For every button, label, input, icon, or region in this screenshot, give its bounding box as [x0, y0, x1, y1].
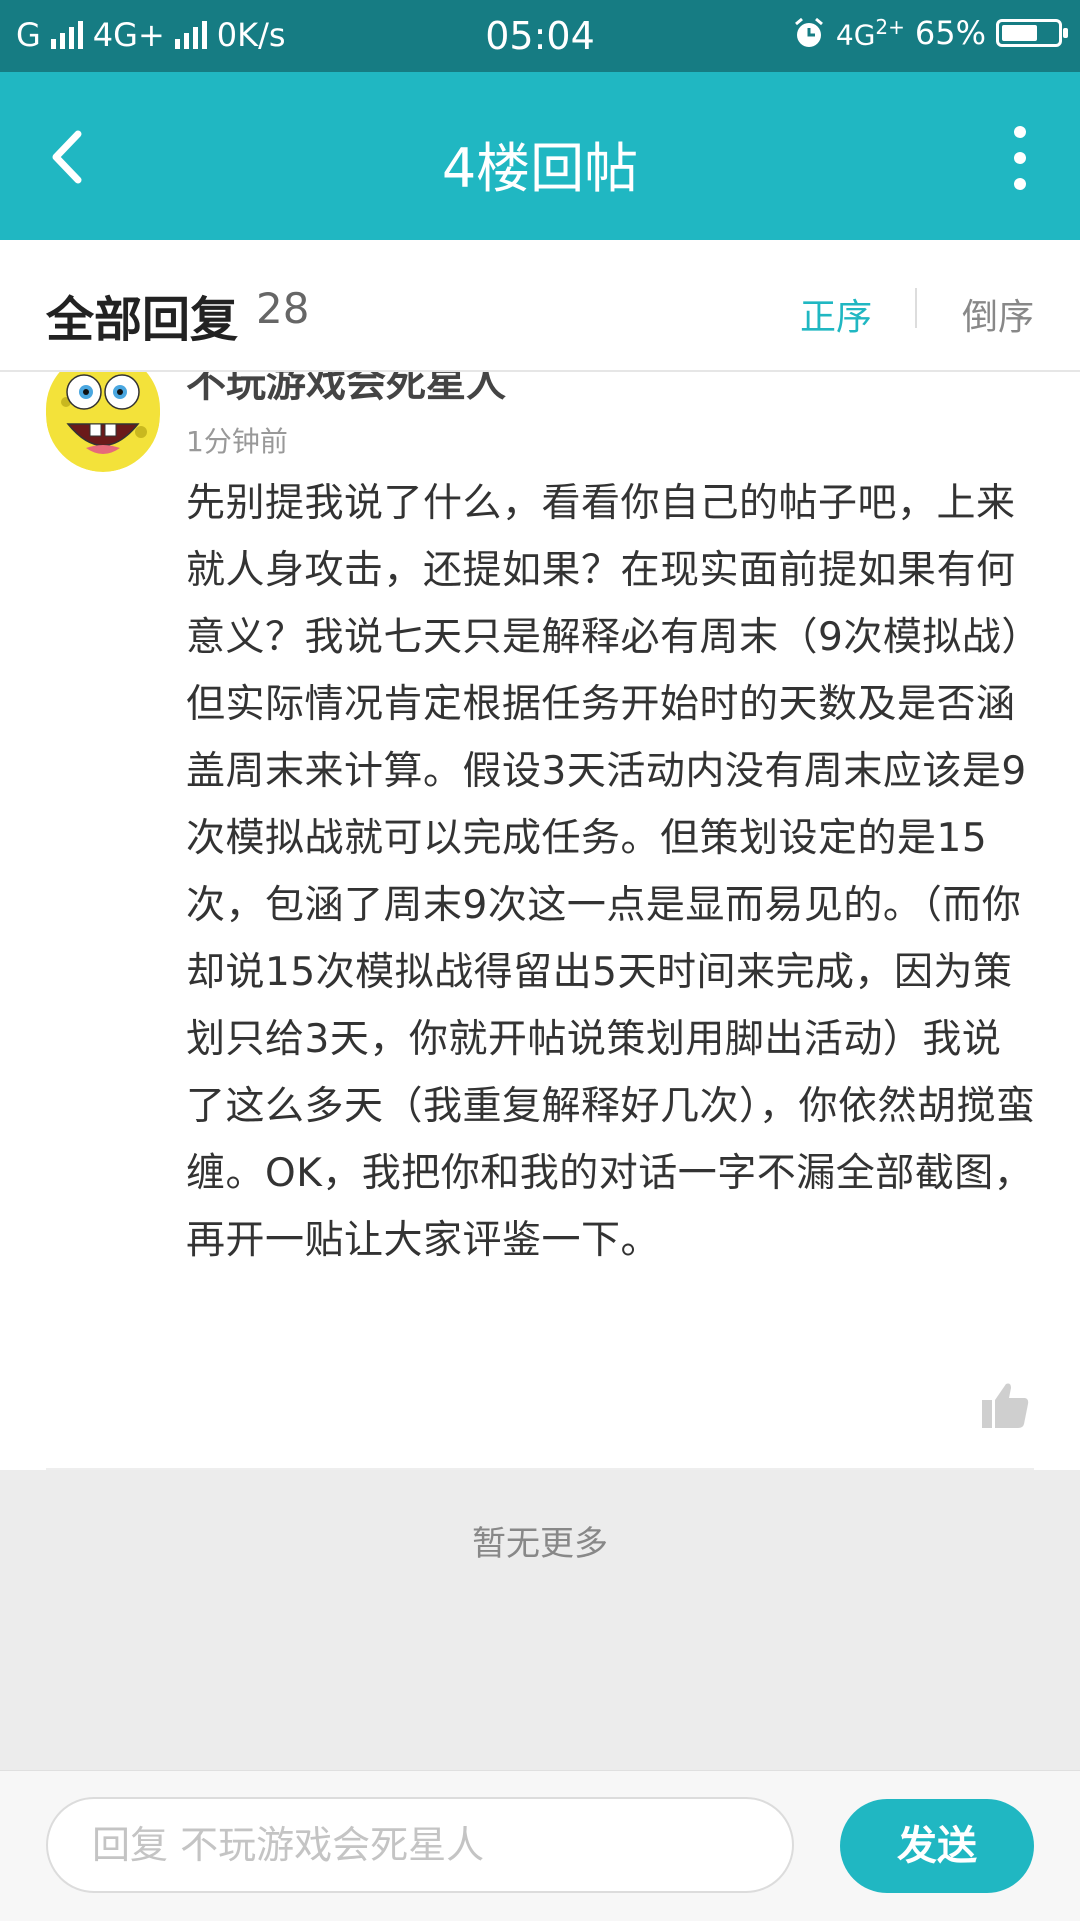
- post-content: 先别提我说了什么，看看你自己的帖子吧，上来就人身攻击，还提如果？在现实面前提如果…: [186, 481, 1036, 1263]
- alarm-icon: [794, 17, 823, 47]
- network-type-right: 4G2+: [835, 14, 905, 52]
- all-replies-label: 全部回复: [46, 292, 239, 348]
- reply-input-bar: 回复 不玩游戏会死星人 发送: [0, 1770, 1080, 1921]
- thumbs-up-icon[interactable]: [980, 1380, 1030, 1430]
- battery-percent: 65%: [914, 14, 986, 52]
- sort-ascending-button[interactable]: 正序: [800, 288, 872, 340]
- status-right: 4G2+ 65%: [792, 14, 1068, 52]
- post-username[interactable]: 不玩游戏会死星人: [186, 372, 506, 408]
- status-bar: G 4G+ 0K/s 05:04 4G2+ 65%: [0, 0, 1080, 72]
- reply-count: 28: [256, 284, 310, 333]
- app-header: 4楼回帖: [0, 72, 1080, 240]
- sort-divider: [915, 288, 917, 328]
- page-title: 4楼回帖: [441, 137, 639, 200]
- avatar[interactable]: [46, 372, 160, 472]
- post-divider: [46, 1468, 1034, 1470]
- more-vertical-icon[interactable]: [1000, 120, 1040, 196]
- sort-descending-button[interactable]: 倒序: [962, 288, 1034, 340]
- battery-icon: [996, 19, 1068, 47]
- post-timestamp: 1分钟前: [186, 425, 288, 458]
- reply-count-bar: 全部回复 28 正序 倒序: [0, 240, 1080, 372]
- send-button[interactable]: 发送: [840, 1799, 1034, 1893]
- no-more-label: 暂无更多: [472, 1524, 608, 1564]
- reply-post: 不玩游戏会死星人 1分钟前 先别提我说了什么，看看你自己的帖子吧，上来就人身攻击…: [0, 372, 1080, 1470]
- reply-input[interactable]: 回复 不玩游戏会死星人: [46, 1797, 794, 1893]
